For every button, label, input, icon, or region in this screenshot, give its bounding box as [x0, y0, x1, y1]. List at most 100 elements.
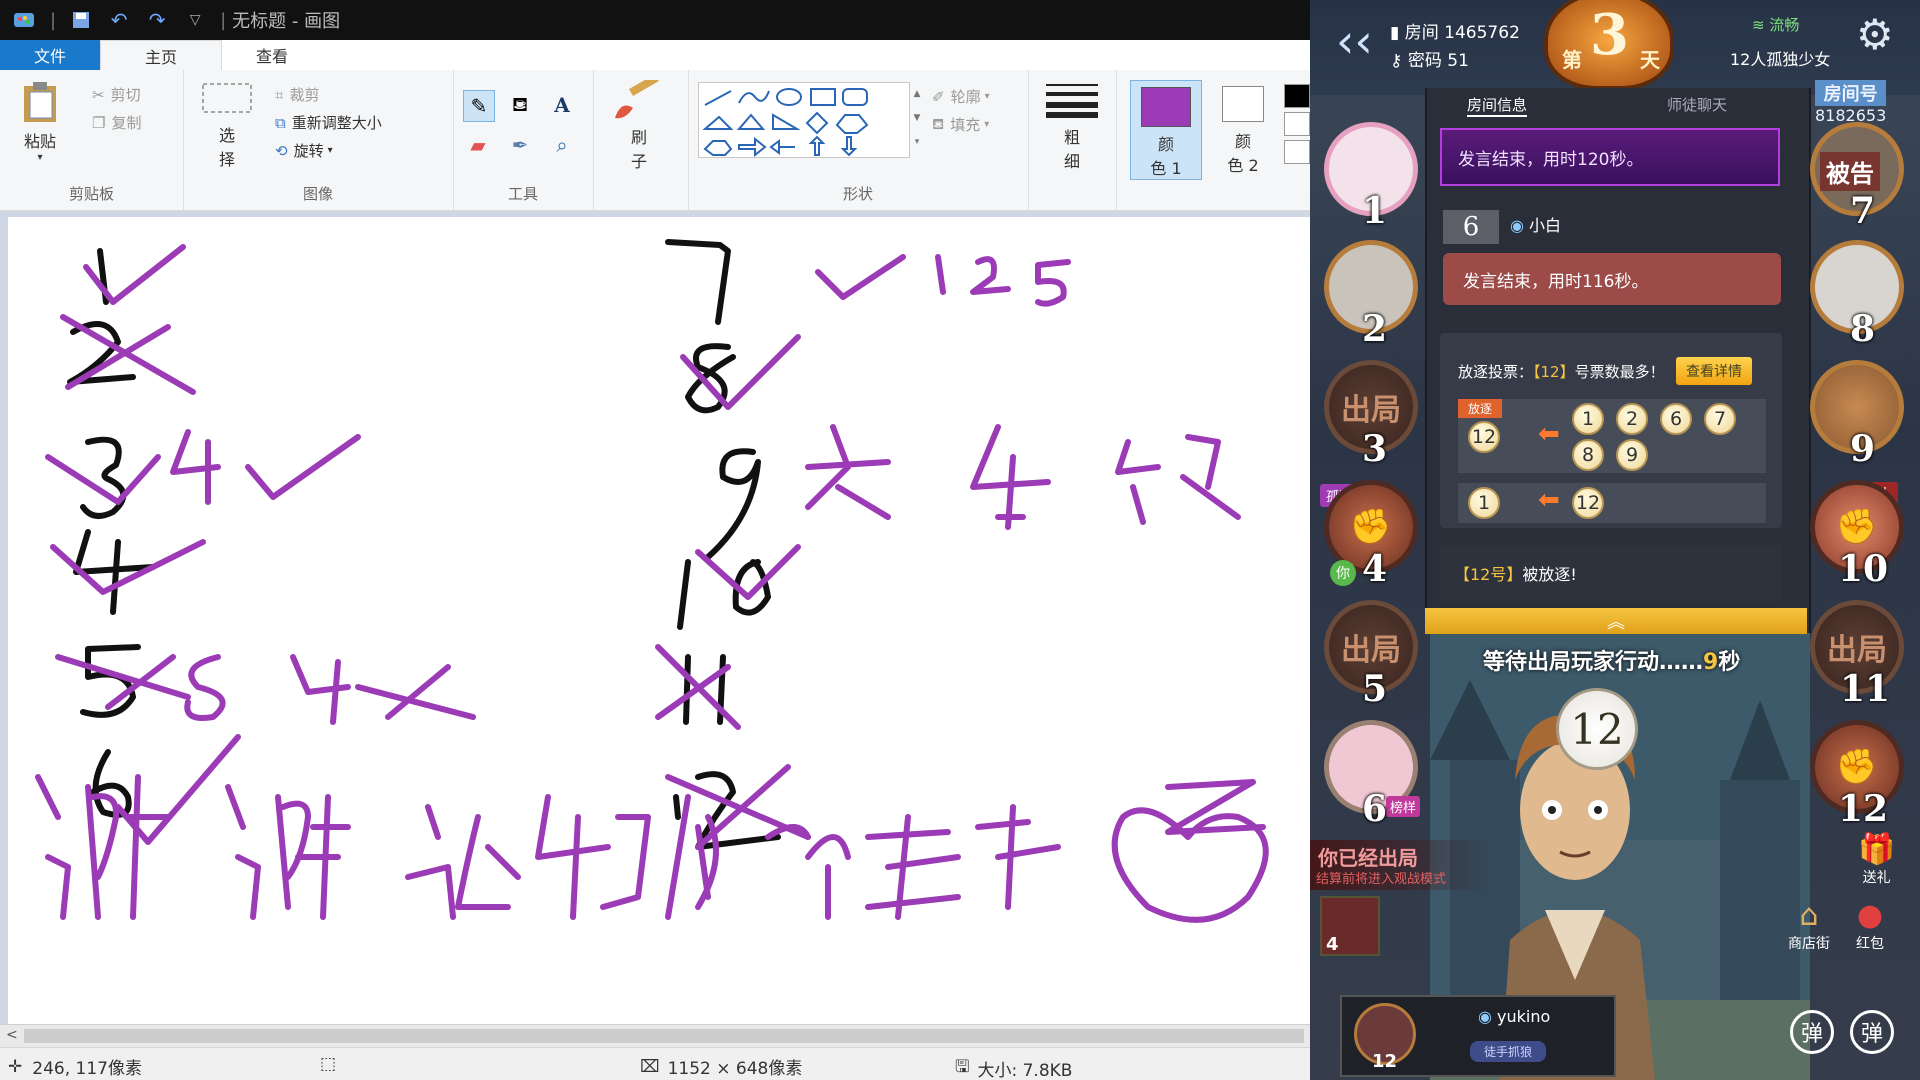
tab-room-info[interactable]: 房间信息	[1467, 94, 1528, 117]
scissors-icon: ✂	[92, 85, 105, 104]
cut-button[interactable]: ✂ 剪切	[92, 84, 141, 105]
resize-button[interactable]: ⧉ 重新调整大小	[275, 112, 382, 133]
seat-number-9: 9	[1850, 428, 1876, 470]
shapes-gallery[interactable]	[698, 82, 910, 158]
arrow-left-icon: ⬅	[1538, 419, 1560, 449]
room-number-badge: 房间号 8182653	[1815, 80, 1887, 125]
crop-button[interactable]: ⌗ 裁剪	[275, 84, 319, 105]
chevron-up-icon: ︽	[1607, 612, 1625, 633]
gift-label: 送礼	[1862, 870, 1891, 886]
paste-button[interactable]: 粘贴 ▾	[18, 80, 62, 163]
brushes-label-top: 刷	[630, 128, 647, 147]
magnifier-icon[interactable]: ⌕	[547, 130, 577, 160]
cursor-position: ✛ 246, 117像素	[8, 1054, 142, 1080]
tab-view[interactable]: 查看	[222, 40, 322, 70]
palette-white-swatch[interactable]	[1284, 140, 1310, 164]
gift-button[interactable]: 🎁 送礼	[1858, 832, 1895, 887]
seat-number-2: 2	[1362, 308, 1388, 350]
day-prefix: 第	[1562, 48, 1582, 72]
note-12	[935, 254, 1011, 295]
fill-bucket-icon[interactable]: ⛾	[505, 90, 535, 120]
size-button[interactable]: 粗 细	[1044, 82, 1100, 172]
outline-button[interactable]: ✐ 轮廓 ▾	[932, 86, 990, 107]
scrollbar-thumb[interactable]	[24, 1029, 1304, 1043]
exiled-text: 被放逐!	[1522, 565, 1577, 584]
speaking-number-badge: 12	[1556, 688, 1638, 770]
seat-number-1: 1	[1362, 190, 1388, 232]
undo-icon[interactable]: ↶	[106, 7, 132, 33]
seat-number-7: 7	[1850, 190, 1876, 232]
palette-black-swatch[interactable]	[1284, 84, 1310, 108]
color1-label-bottom: 色 1	[1150, 159, 1182, 178]
seat-number-12: 12	[1838, 788, 1889, 830]
customize-quick-access-icon[interactable]: ▽	[182, 7, 208, 33]
resize-label: 重新调整大小	[291, 114, 382, 132]
rotate-button[interactable]: ⟲ 旋转 ▾	[275, 140, 333, 161]
danmu-toggle-button[interactable]: 弹	[1790, 1010, 1834, 1054]
color1-button[interactable]: 颜 色 1	[1130, 80, 1202, 180]
collapse-panel-bar[interactable]: ︽	[1425, 608, 1807, 634]
player-card[interactable]: 12 ◉ yukino 徒手抓狼	[1340, 995, 1616, 1077]
text-tool-icon[interactable]: A	[547, 90, 577, 120]
dimensions-text: 1152 × 648像素	[667, 1059, 803, 1079]
paste-label: 粘贴	[23, 132, 56, 151]
player-name: yukino	[1497, 1007, 1551, 1026]
bottom-char-6	[865, 814, 961, 920]
size-label-bottom: 细	[1063, 152, 1080, 171]
color-picker-icon[interactable]: ✒	[505, 130, 535, 160]
horizontal-scrollbar[interactable]: <	[0, 1024, 1310, 1047]
vote-detail-button[interactable]: 查看详情	[1676, 357, 1752, 385]
shapes-group-label: 形状	[842, 185, 873, 203]
red-packet-button[interactable]: ● 红包	[1856, 898, 1884, 953]
red-packet-icon: ●	[1856, 898, 1884, 933]
gift-icon: 🎁	[1858, 832, 1896, 867]
tab-mentor-chat[interactable]: 师徒聊天	[1667, 94, 1727, 115]
redo-icon[interactable]: ↷	[144, 7, 170, 33]
shapes-scroll[interactable]: ▲ ▼ ▾	[910, 82, 924, 156]
speaker-number-tag: 6	[1443, 210, 1499, 244]
check-3	[45, 454, 161, 505]
game-mode: 12人孤独少女	[1730, 50, 1831, 69]
dimensions-icon: ⌧	[640, 1056, 660, 1077]
save-icon[interactable]	[68, 7, 94, 33]
bottom-char-4	[535, 794, 651, 920]
pencil-icon[interactable]: ✎	[463, 90, 495, 122]
rotate-icon: ⟲	[275, 141, 288, 160]
voter-ball: 2	[1616, 403, 1648, 435]
shop-button[interactable]: ⌂ 商店街	[1788, 898, 1830, 953]
paint-app-icon	[14, 13, 34, 27]
tab-home[interactable]: 主页	[100, 40, 222, 70]
eraser-icon[interactable]: ▰	[463, 130, 493, 160]
copy-button[interactable]: ❐ 复制	[92, 112, 141, 133]
rotate-label: 旋转	[293, 142, 324, 160]
danmu-label: 弹	[1800, 1022, 1823, 1047]
size-group: 粗 细	[1028, 70, 1117, 210]
color2-button[interactable]: 颜 色 2	[1210, 80, 1276, 180]
outline-icon: ✐	[932, 87, 945, 106]
paint-window: | ↶ ↷ ▽ | 无标题 - 画图 文件 主页 查看 粘贴 ▾ ✂ 剪切 ❐ 复制…	[0, 0, 1310, 1080]
bottom-char-2	[225, 784, 351, 920]
select-button[interactable]: 选 择	[201, 82, 253, 170]
color2-swatch	[1222, 86, 1264, 122]
tab-file[interactable]: 文件	[0, 40, 100, 70]
speech-end-message-1: 发言结束，用时120秒。	[1440, 128, 1780, 186]
out-label: 出局	[1341, 393, 1401, 428]
danmu-settings-button[interactable]: 弹	[1850, 1010, 1894, 1054]
color2-label-top: 颜	[1234, 132, 1251, 151]
out-notice: 你已经出局 结算前将进入观战模式	[1310, 840, 1490, 890]
cross-2	[60, 314, 196, 395]
settings-gear-icon[interactable]: ⚙	[1856, 14, 1894, 56]
scroll-left-icon[interactable]: <	[6, 1027, 18, 1043]
exile-tag: 放逐	[1458, 399, 1503, 418]
palette-white-swatch[interactable]	[1284, 112, 1310, 136]
brushes-button[interactable]: 刷 子	[611, 80, 667, 172]
vote-title-suffix: 号票数最多！	[1574, 363, 1665, 381]
drawing-canvas[interactable]	[8, 217, 1310, 1024]
back-icon[interactable]: ‹‹	[1336, 18, 1373, 64]
word-female	[805, 424, 891, 520]
fill-button[interactable]: ⛾ 填充 ▾	[932, 114, 989, 135]
speech-end-message-2: 发言结束，用时116秒。	[1443, 253, 1781, 305]
fist-icon: ✊	[1349, 507, 1393, 547]
seat-number-4: 4	[1362, 548, 1388, 590]
select-label-bottom: 择	[218, 150, 235, 169]
